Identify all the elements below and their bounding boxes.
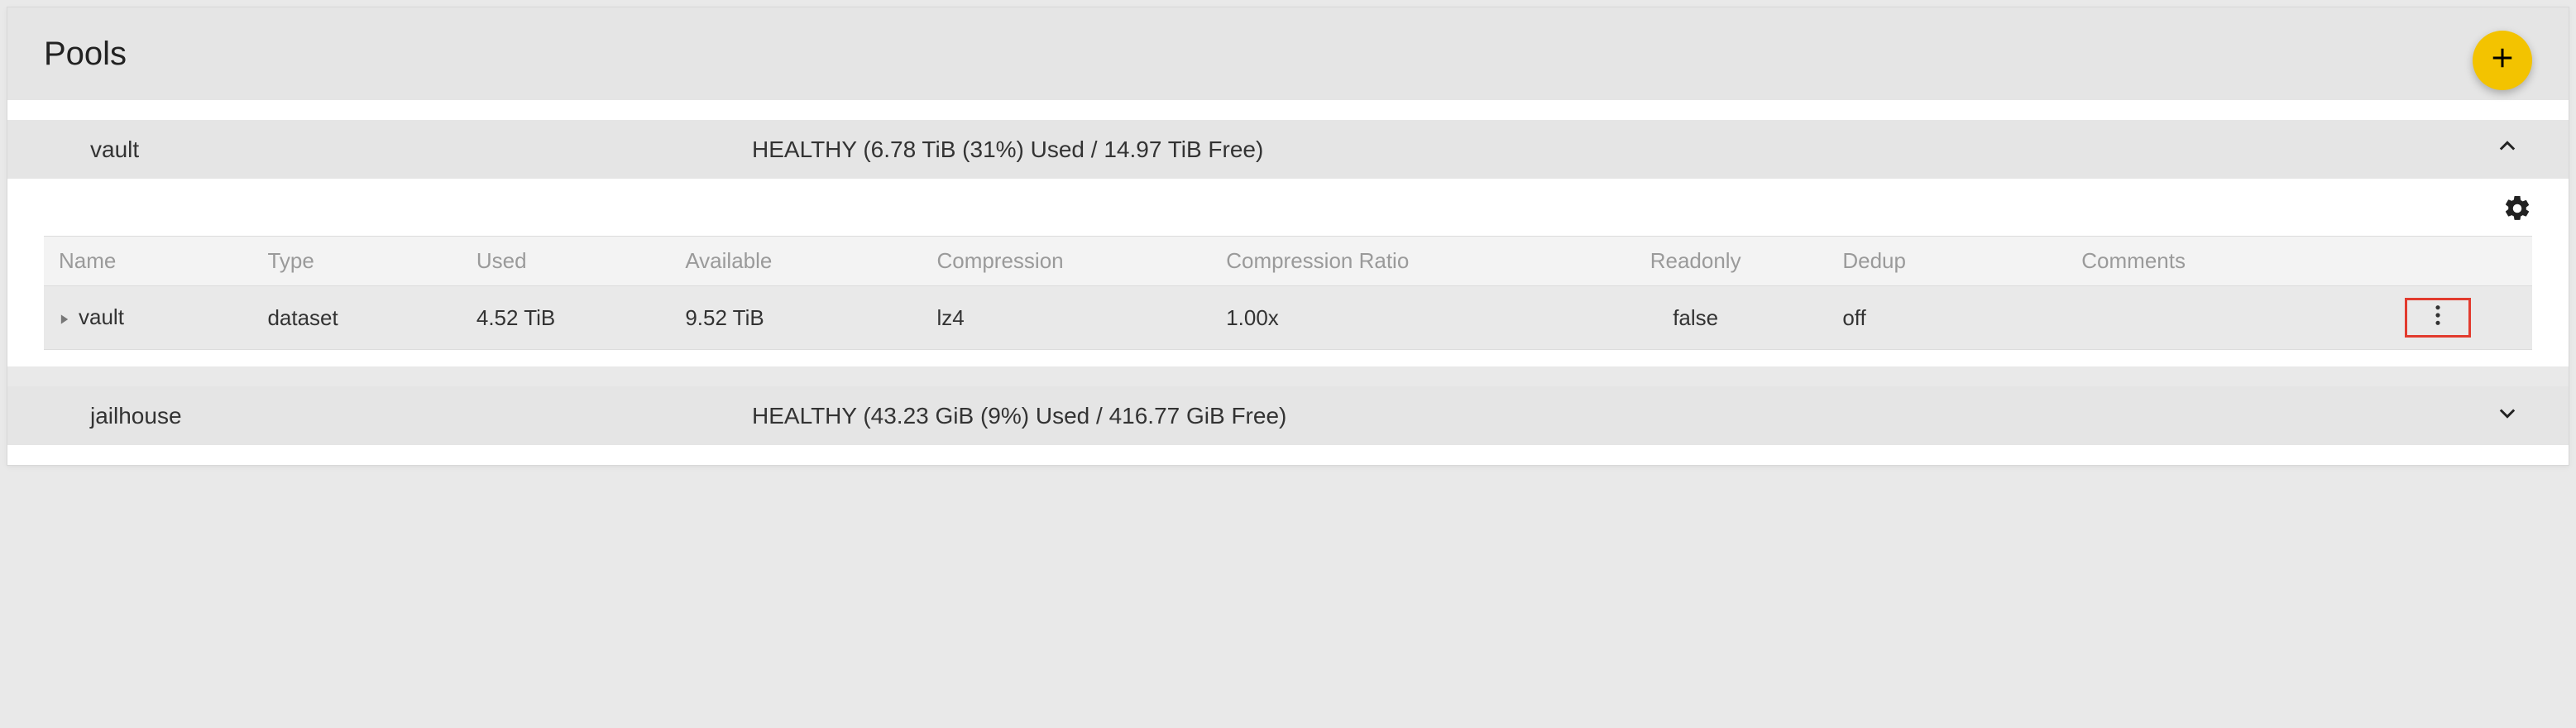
cell-used: 4.52 TiB: [462, 286, 670, 350]
col-available[interactable]: Available: [670, 237, 922, 286]
add-pool-button[interactable]: [2473, 31, 2532, 90]
col-actions: [2344, 237, 2532, 286]
gear-icon: [2502, 204, 2532, 228]
triangle-right-icon: [59, 305, 70, 330]
pool-name: jailhouse: [90, 403, 752, 429]
plus-icon: [2490, 46, 2515, 76]
spacer: [7, 100, 2569, 120]
pool-header-jailhouse[interactable]: jailhouse HEALTHY (43.23 GiB (9%) Used /…: [7, 386, 2569, 445]
datasets-table: Name Type Used Available Compression Com…: [44, 236, 2532, 350]
cell-type: dataset: [252, 286, 461, 350]
pool-name: vault: [90, 136, 752, 163]
table-row[interactable]: vault dataset 4.52 TiB 9.52 TiB lz4 1.00…: [44, 286, 2532, 350]
cell-dedup: off: [1827, 286, 2066, 350]
col-compression-ratio[interactable]: Compression Ratio: [1211, 237, 1563, 286]
col-dedup[interactable]: Dedup: [1827, 237, 2066, 286]
chevron-up-icon: [2496, 135, 2519, 164]
expand-row-toggle[interactable]: [59, 305, 70, 331]
pool-toolbar: [7, 179, 2569, 236]
cell-readonly: false: [1563, 286, 1827, 350]
pool-collapse-toggle[interactable]: [2483, 135, 2532, 164]
pool-settings-button[interactable]: [2502, 194, 2532, 229]
page-title: Pools: [44, 36, 127, 73]
spacer: [7, 445, 2569, 465]
pools-card: Pools vault HEALTHY (6.78 TiB (31%) Used…: [7, 7, 2569, 466]
col-readonly[interactable]: Readonly: [1563, 237, 1827, 286]
kebab-icon: [2435, 304, 2441, 333]
dataset-name: vault: [79, 304, 124, 329]
cell-actions: [2344, 286, 2532, 350]
datasets-table-wrap: Name Type Used Available Compression Com…: [7, 236, 2569, 366]
cell-compression: lz4: [922, 286, 1211, 350]
table-header-row: Name Type Used Available Compression Com…: [44, 237, 2532, 286]
pool-status: HEALTHY (6.78 TiB (31%) Used / 14.97 TiB…: [752, 136, 2483, 163]
row-actions-button[interactable]: [2405, 298, 2471, 338]
col-compression[interactable]: Compression: [922, 237, 1211, 286]
col-comments[interactable]: Comments: [2066, 237, 2344, 286]
col-name[interactable]: Name: [44, 237, 252, 286]
cell-comments: [2066, 286, 2344, 350]
cell-available: 9.52 TiB: [670, 286, 922, 350]
chevron-down-icon: [2496, 401, 2519, 430]
col-used[interactable]: Used: [462, 237, 670, 286]
pool-expand-toggle[interactable]: [2483, 401, 2532, 430]
pool-status: HEALTHY (43.23 GiB (9%) Used / 416.77 Gi…: [752, 403, 2483, 429]
card-header: Pools: [7, 7, 2569, 100]
cell-compression-ratio: 1.00x: [1211, 286, 1563, 350]
spacer: [7, 366, 2569, 386]
cell-name: vault: [44, 286, 252, 350]
pool-header-vault[interactable]: vault HEALTHY (6.78 TiB (31%) Used / 14.…: [7, 120, 2569, 179]
col-type[interactable]: Type: [252, 237, 461, 286]
